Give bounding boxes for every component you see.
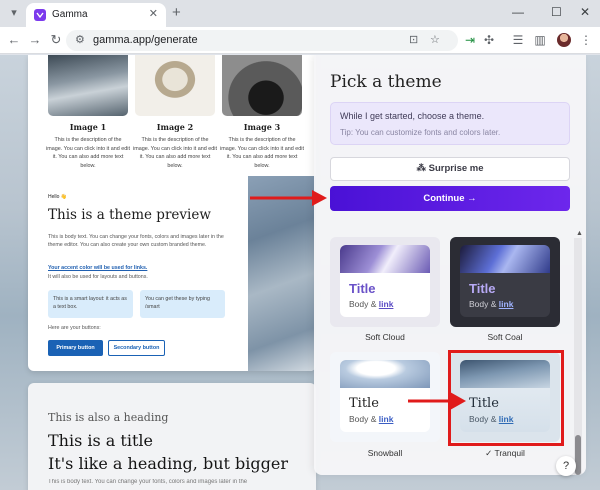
theme-label-soft-coal[interactable]: Soft Coal bbox=[450, 332, 560, 342]
install-app-icon[interactable]: ⊡ bbox=[409, 33, 418, 48]
back-button[interactable]: ← bbox=[6, 32, 22, 48]
soft-cloud-banner bbox=[340, 245, 430, 273]
snowball-body: Body & bbox=[349, 414, 379, 424]
scrollbar-thumb[interactable] bbox=[575, 435, 581, 475]
soft-coal-link: link bbox=[498, 299, 514, 309]
theme-preview-card: Image 1 Image 2 Image 3 This is the desc… bbox=[28, 55, 316, 371]
ai-tip: Tip: You can customize fonts and colors … bbox=[340, 128, 501, 137]
tab-search-icon[interactable]: ▾ bbox=[6, 5, 22, 21]
continue-label: Continue → bbox=[423, 193, 477, 204]
dice-icon: ⁂ bbox=[416, 163, 429, 174]
soft-coal-body: Body & bbox=[469, 299, 499, 309]
tab-close-icon[interactable]: ✕ bbox=[149, 8, 158, 20]
card2-title: This is a title bbox=[48, 431, 153, 450]
tab-gamma[interactable]: Gamma ✕ bbox=[26, 3, 166, 27]
soft-coal-banner bbox=[460, 245, 550, 273]
hello-text: Hello 👋 bbox=[48, 194, 68, 200]
minimize-button[interactable]: — bbox=[512, 4, 524, 20]
ai-message-box: While I get started, choose a theme. Tip… bbox=[330, 102, 570, 145]
snowball-banner bbox=[340, 360, 430, 388]
card2-body: This is body text. You can change your f… bbox=[48, 479, 248, 485]
soft-cloud-body: Body & bbox=[349, 299, 379, 309]
page-background: Image 1 Image 2 Image 3 This is the desc… bbox=[0, 55, 600, 490]
image-1-description: This is the description of the image. Yo… bbox=[46, 137, 130, 169]
card2-subheading: This is also a heading bbox=[48, 411, 169, 424]
gamma-favicon-icon bbox=[34, 9, 46, 21]
soft-cloud-link: link bbox=[378, 299, 394, 309]
bookmark-star-icon[interactable]: ☆ bbox=[430, 33, 440, 48]
accent-link[interactable]: Your accent color will be used for links… bbox=[48, 265, 147, 271]
image-3-title: Image 3 bbox=[243, 122, 281, 132]
site-settings-icon[interactable]: ⚙ bbox=[75, 34, 85, 47]
image-2-astronaut bbox=[135, 55, 215, 116]
image-3-silhouette bbox=[222, 55, 302, 116]
surprise-me-button[interactable]: ⁂ Surprise me bbox=[330, 157, 570, 181]
image-3-description: This is the description of the image. Yo… bbox=[220, 137, 304, 169]
surprise-me-label: Surprise me bbox=[428, 163, 484, 174]
theme-label-tranquil[interactable]: ✓ Tranquil bbox=[450, 448, 560, 459]
card2-big-heading: It's like a heading, but bigger bbox=[48, 454, 288, 473]
extensions-puzzle-icon[interactable]: ✣ bbox=[481, 32, 497, 48]
image-1-title: Image 1 bbox=[69, 122, 107, 132]
accent-sub-text: It will also be used for layouts and but… bbox=[48, 274, 148, 280]
annotation-arrow-tranquil-icon bbox=[408, 392, 466, 410]
new-tab-button[interactable]: + bbox=[172, 4, 181, 22]
url-text[interactable]: gamma.app/generate bbox=[93, 34, 198, 47]
snowball-title: Title bbox=[349, 396, 379, 411]
soft-cloud-title: Title bbox=[349, 281, 376, 296]
annotation-arrow-continue-icon bbox=[250, 190, 327, 206]
profile-avatar[interactable] bbox=[557, 33, 571, 47]
scroll-up-arrow-icon[interactable]: ▲ bbox=[576, 230, 583, 237]
preview-body-text: This is body text. You can change your f… bbox=[48, 234, 224, 249]
close-window-button[interactable]: ✕ bbox=[580, 4, 590, 20]
primary-button[interactable]: Primary button bbox=[48, 340, 103, 356]
maximize-button[interactable]: ☐ bbox=[551, 4, 562, 20]
forward-button[interactable]: → bbox=[27, 32, 43, 48]
theme-label-soft-cloud[interactable]: Soft Cloud bbox=[330, 332, 440, 342]
address-bar[interactable]: ⚙ gamma.app/generate ⊡ ☆ bbox=[66, 30, 458, 51]
image-1-mountain bbox=[48, 55, 128, 116]
preview-card-2: This is also a heading This is a title I… bbox=[28, 383, 316, 490]
buttons-label: Here are your buttons: bbox=[48, 325, 101, 331]
continue-button[interactable]: Continue → bbox=[330, 186, 570, 211]
image-2-description: This is the description of the image. Yo… bbox=[133, 137, 217, 169]
help-button[interactable]: ? bbox=[556, 456, 576, 476]
soft-coal-title: Title bbox=[469, 281, 496, 296]
browser-toolbar: ← → ↻ ⚙ gamma.app/generate ⊡ ☆ ⇥ ✣ ☰ ▥ ⋮ bbox=[0, 27, 600, 54]
smart-layout-box-2: You can get these by typing /smart bbox=[140, 290, 225, 318]
ai-message: While I get started, choose a theme. bbox=[340, 111, 485, 121]
secondary-button[interactable]: Secondary button bbox=[108, 340, 165, 356]
smart-layout-box-1: This is a smart layout: it acts as a tex… bbox=[48, 290, 133, 318]
tab-bar: ▾ Gamma ✕ + — ☐ ✕ bbox=[0, 0, 600, 27]
tab-title: Gamma bbox=[52, 9, 88, 20]
reading-list-icon[interactable]: ☰ bbox=[510, 32, 526, 48]
sidebar-icon[interactable]: ▥ bbox=[532, 32, 548, 48]
snowball-link: link bbox=[378, 414, 394, 424]
menu-dots-icon[interactable]: ⋮ bbox=[578, 32, 594, 48]
panel-heading: Pick a theme bbox=[330, 72, 442, 92]
reload-button[interactable]: ↻ bbox=[48, 32, 64, 48]
theme-card-soft-cloud[interactable]: Title Body & link bbox=[330, 237, 440, 327]
theme-label-snowball[interactable]: Snowball bbox=[330, 448, 440, 458]
theme-card-soft-coal[interactable]: Title Body & link bbox=[450, 237, 560, 327]
preview-title: This is a theme preview bbox=[48, 207, 211, 223]
image-2-title: Image 2 bbox=[156, 122, 194, 132]
extension-arrow-icon[interactable]: ⇥ bbox=[462, 32, 478, 48]
